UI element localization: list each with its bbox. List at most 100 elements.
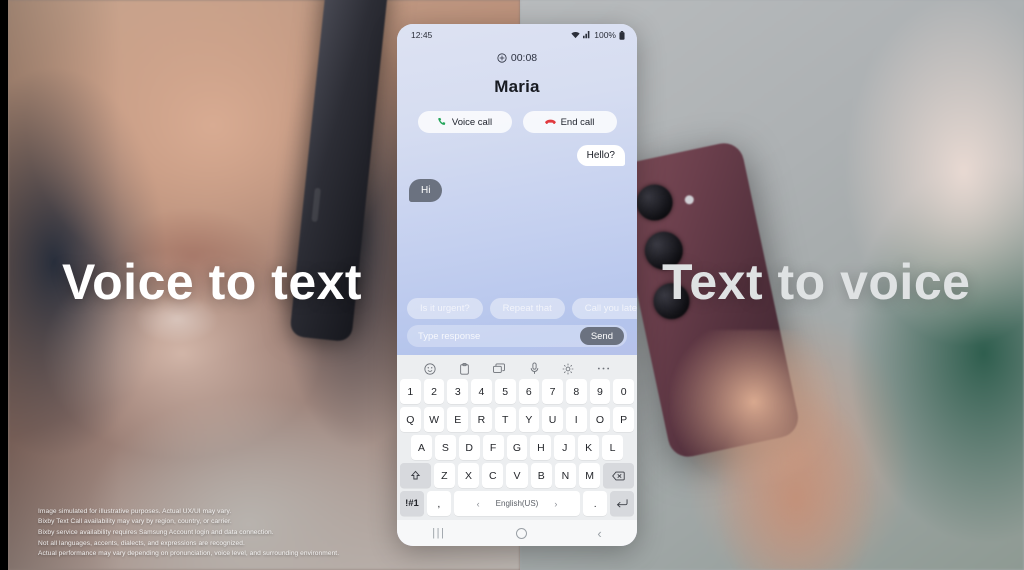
phone-icon [437, 117, 447, 127]
promo-screenshot: Voice to text Text to voice Image simula… [0, 0, 1024, 570]
key-9[interactable]: 9 [589, 379, 611, 404]
battery-percent: 100% [594, 30, 616, 40]
call-timer: 00:08 [397, 52, 637, 64]
key-4[interactable]: 4 [471, 379, 492, 404]
key-g[interactable]: G [506, 435, 528, 460]
key-h[interactable]: H [530, 435, 552, 460]
voice-call-button[interactable]: Voice call [417, 111, 512, 133]
end-call-label: End call [560, 116, 595, 128]
key-t[interactable]: T [494, 407, 516, 432]
end-call-button[interactable]: End call [522, 111, 617, 133]
key-5[interactable]: 5 [494, 379, 516, 404]
period-key[interactable]: . [583, 491, 608, 516]
key-1[interactable]: 1 [399, 379, 421, 404]
key-c[interactable]: C [482, 463, 504, 488]
key-v[interactable]: V [506, 463, 528, 488]
language-next-arrow-icon[interactable]: › [554, 499, 557, 509]
key-0[interactable]: 0 [613, 379, 635, 404]
key-w[interactable]: W [423, 407, 445, 432]
battery-full-icon [619, 30, 625, 40]
spacebar-language-key[interactable]: ‹ English(US) › [453, 491, 581, 516]
enter-key[interactable] [610, 491, 635, 516]
key-a[interactable]: A [411, 435, 432, 460]
key-7[interactable]: 7 [542, 379, 563, 404]
key-e[interactable]: E [447, 407, 469, 432]
call-duration: 00:08 [510, 52, 538, 64]
keyboard-language-label: English(US) [495, 499, 539, 508]
key-2[interactable]: 2 [423, 379, 445, 404]
quick-reply-chips: Is it urgent? Repeat that Call you later [397, 298, 637, 325]
key-f[interactable]: F [482, 435, 504, 460]
key-q[interactable]: Q [399, 407, 421, 432]
quick-reply-chip[interactable]: Is it urgent? [407, 298, 483, 319]
phone-screen: 12:45 100% 00:08 Maria Voice call End ca… [397, 24, 637, 546]
contact-name: Maria [494, 77, 540, 96]
key-u[interactable]: U [542, 407, 563, 432]
response-composer[interactable]: Type response Send [407, 325, 627, 347]
on-screen-keyboard: 1 2 3 4 5 6 7 8 9 0 Q W E R T Y U I O P … [397, 355, 637, 520]
quick-reply-chip[interactable]: Call you later [571, 298, 637, 319]
stickers-icon[interactable] [493, 363, 506, 375]
microphone-icon[interactable] [530, 362, 539, 375]
key-l[interactable]: L [602, 435, 624, 460]
key-b[interactable]: B [530, 463, 552, 488]
key-3[interactable]: 3 [447, 379, 469, 404]
key-i[interactable]: I [565, 407, 587, 432]
status-bar: 12:45 100% [397, 24, 637, 42]
phone-mockup: 12:45 100% 00:08 Maria Voice call End ca… [397, 24, 637, 546]
key-x[interactable]: X [457, 463, 480, 488]
key-m[interactable]: M [579, 463, 601, 488]
home-icon[interactable] [515, 527, 527, 539]
more-options-icon[interactable] [597, 366, 610, 371]
keyboard-row-bottom: !#1 , ‹ English(US) › . [400, 491, 635, 516]
disclaimer-line-1: Image simulated for illustrative purpose… [38, 507, 232, 515]
language-prev-arrow-icon[interactable]: ‹ [477, 499, 480, 509]
keyboard-row-asdf: A S D F G H J K L [400, 435, 634, 460]
back-icon[interactable]: ‹ [597, 526, 601, 541]
settings-gear-icon[interactable] [562, 363, 574, 375]
message-bubble-outgoing: Hello? [576, 145, 625, 166]
key-r[interactable]: R [471, 407, 492, 432]
phone-hangup-icon [544, 118, 556, 126]
key-j[interactable]: J [554, 435, 576, 460]
key-y[interactable]: Y [518, 407, 540, 432]
keyboard-row-zxcv: Z X C V B N M [399, 463, 635, 488]
status-time: 12:45 [411, 30, 433, 40]
wifi-icon [571, 31, 580, 39]
backspace-key[interactable] [603, 463, 635, 488]
send-button[interactable]: Send [579, 327, 624, 345]
key-n[interactable]: N [554, 463, 577, 488]
key-p[interactable]: P [613, 407, 635, 432]
symbols-key[interactable]: !#1 [400, 491, 424, 516]
recents-icon[interactable]: ||| [432, 527, 445, 539]
headline-text-to-voice: Text to voice [662, 254, 971, 310]
clipboard-icon[interactable] [459, 362, 470, 375]
hand-photo-region [670, 330, 880, 570]
android-navigation-bar: ||| ‹ [397, 520, 637, 546]
emoji-icon[interactable] [424, 362, 436, 375]
legal-disclaimer: Image simulated for illustrative purpose… [38, 507, 339, 560]
key-o[interactable]: O [589, 407, 611, 432]
key-k[interactable]: K [578, 435, 600, 460]
key-s[interactable]: S [434, 435, 456, 460]
response-input[interactable]: Type response [418, 331, 580, 342]
keyboard-row-qwerty: Q W E R T Y U I O P [399, 407, 635, 432]
comma-key[interactable]: , [426, 491, 451, 516]
shift-key[interactable] [399, 463, 431, 488]
camera-lens-icon [633, 181, 676, 224]
key-d[interactable]: D [458, 435, 480, 460]
headline-voice-to-text: Voice to text [62, 254, 363, 310]
backspace-icon [612, 471, 625, 481]
disclaimer-line-5: Actual performance may vary depending on… [38, 550, 340, 558]
key-8[interactable]: 8 [565, 379, 587, 404]
keyboard-toolbar [400, 358, 634, 379]
disclaimer-line-2: Bixby Text Call availability may vary by… [38, 518, 232, 526]
quick-reply-chip[interactable]: Repeat that [489, 298, 565, 319]
disclaimer-line-3: Bixby service availability requires Sams… [38, 528, 274, 536]
keyboard-row-numbers: 1 2 3 4 5 6 7 8 9 0 [399, 379, 635, 404]
key-z[interactable]: Z [433, 463, 455, 488]
voice-call-label: Voice call [451, 116, 493, 128]
key-6[interactable]: 6 [518, 379, 540, 404]
enter-return-icon [616, 498, 628, 509]
shift-arrow-icon [410, 470, 421, 481]
